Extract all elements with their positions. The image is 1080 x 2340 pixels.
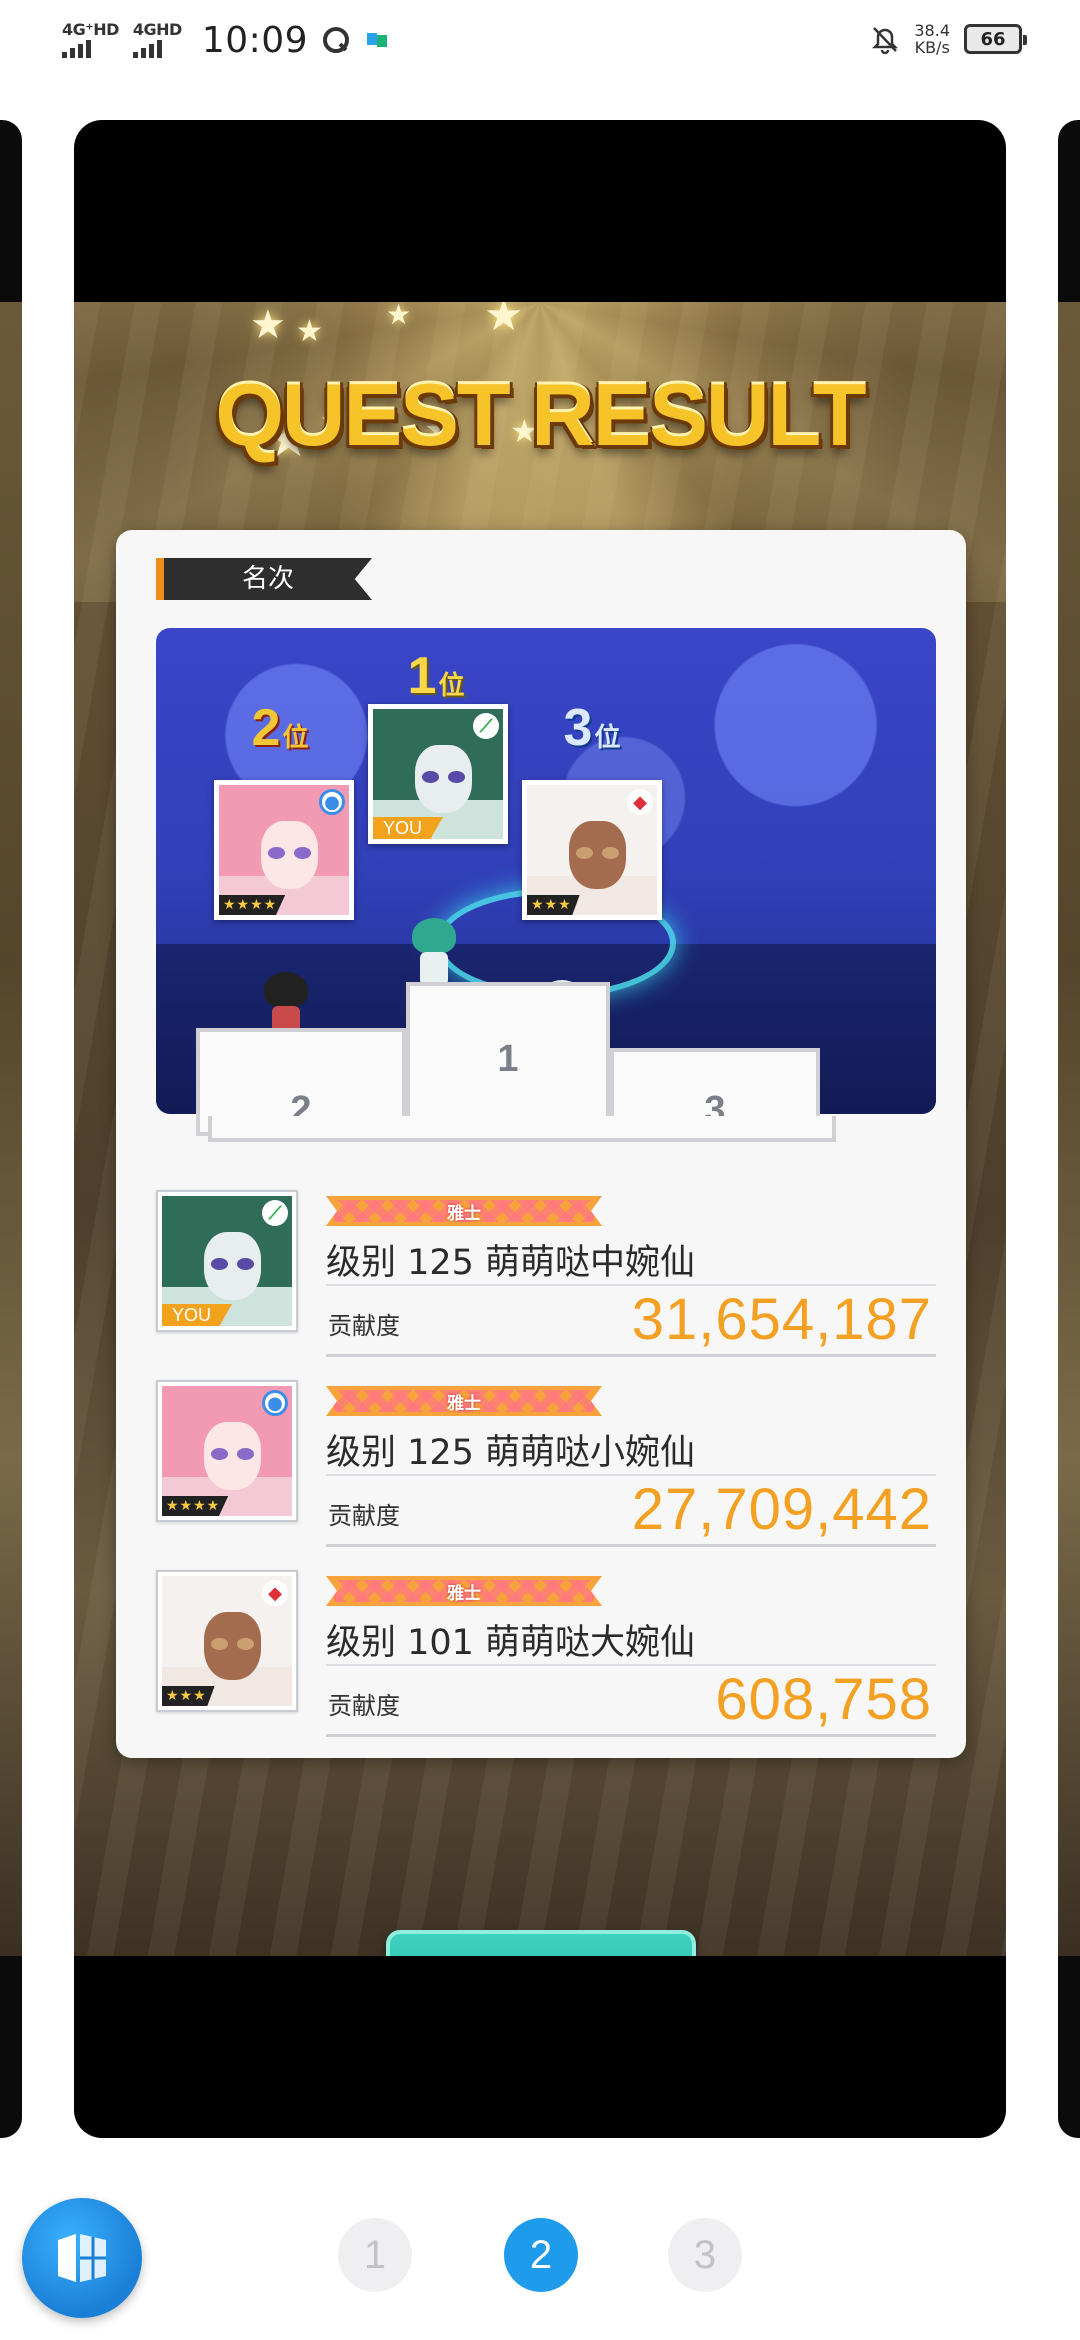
page-indicator-3[interactable]: 3 (668, 2218, 742, 2292)
net-speed-value: 38.4 (914, 21, 950, 40)
rank-1-suffix: 位 (438, 669, 465, 700)
player-title-badge: 雅士 (326, 1196, 602, 1226)
rank-3-number: 3 (563, 699, 593, 757)
recent-card-previous[interactable] (0, 120, 22, 2138)
player-title: 雅士 (447, 1203, 481, 1224)
page-indicator-2[interactable]: 2 (504, 2218, 578, 2292)
page-indicator-1[interactable]: 1 (338, 2218, 412, 2292)
rank-3-portrait: ◆ ★★★ (522, 780, 662, 920)
player-portrait: ● ★★★★ (162, 1386, 292, 1516)
battery-level: 66 (980, 28, 1006, 50)
section-tag: 名次 (156, 558, 372, 600)
rank-2-number: 2 (251, 699, 281, 757)
continue-button[interactable]: 继续 (386, 1930, 696, 1956)
player-name: 级别 125 萌萌哒小婉仙 (326, 1433, 696, 1473)
player-portrait: ◆ ★★★ (162, 1576, 292, 1706)
rank-3-banner: 3 位 (544, 698, 640, 758)
player-stars: ★★★ (162, 1686, 215, 1706)
fire-element-icon: ◆ (262, 1580, 288, 1606)
rank-1-banner: 1 位 (388, 646, 484, 706)
sim1-signal: 4G⁺HD (62, 22, 119, 58)
rank-2-suffix: 位 (282, 721, 309, 752)
you-badge: YOU (373, 817, 443, 839)
player-stars: ★★★★ (162, 1496, 229, 1516)
podium-base (208, 1116, 836, 1142)
recent-card-current[interactable]: ★ ★ ★ ★ ★ ★ ★ ★ QUEST RESULT 名次 2 位 1 位 … (74, 120, 1006, 2138)
clock: 10:09 (201, 19, 309, 61)
contribution-label: 贡献度 (328, 1502, 400, 1530)
status-bar: 4G⁺HD 4GHD 10:09 38.4 KB/s 66 (0, 0, 1080, 80)
game-screen: ★ ★ ★ ★ ★ ★ ★ ★ QUEST RESULT 名次 2 位 1 位 … (74, 302, 1006, 1956)
player-portrait: ⟋ YOU (162, 1196, 292, 1326)
sim2-label: 4GHD (132, 20, 182, 39)
rank-1-chibi (406, 918, 462, 990)
player-thumb: ◆ ★★★ (156, 1570, 298, 1712)
sparkle-star-icon: ★ (250, 302, 286, 348)
rank-3-stars: ★★★ (527, 895, 580, 915)
result-panel: 名次 2 位 1 位 3 位 ● ★★★★ ⟋ YOU ◆ ★★★ 2 1 3 … (116, 530, 966, 1758)
signal-bars-icon (62, 40, 91, 58)
player-name: 级别 125 萌萌哒中婉仙 (326, 1243, 696, 1283)
rank-1-portrait: ⟋ YOU (368, 704, 508, 844)
battery-icon: 66 (964, 24, 1027, 54)
contribution-label: 贡献度 (328, 1692, 400, 1720)
player-thumb: ⟋ YOU (156, 1190, 298, 1332)
rank-1-number: 1 (407, 647, 437, 705)
contribution-value: 31,654,187 (631, 1287, 932, 1352)
podium-step-1-label: 1 (497, 1037, 519, 1080)
sparkle-star-icon: ★ (296, 314, 323, 349)
wind-element-icon: ⟋ (473, 713, 499, 739)
ranking-row[interactable]: ● ★★★★ 雅士 级别 125 萌萌哒小婉仙 贡献度 27,709,442 (156, 1380, 936, 1547)
contribution-value: 608,758 (715, 1667, 932, 1732)
quest-result-title: QUEST RESULT (215, 365, 866, 464)
player-title: 雅士 (447, 1583, 481, 1604)
net-speed-unit: KB/s (914, 38, 950, 57)
podium-step-1: 1 (406, 982, 610, 1136)
water-element-icon: ● (319, 789, 345, 815)
contribution-value: 27,709,442 (631, 1477, 932, 1542)
recent-card-next[interactable] (1058, 120, 1080, 2138)
ranking-row[interactable]: ⟋ YOU 雅士 级别 125 萌萌哒中婉仙 贡献度 31,654,187 (156, 1190, 936, 1357)
multi-window-button[interactable] (22, 2198, 142, 2318)
status-right: 38.4 KB/s 66 (870, 22, 1027, 56)
fire-element-icon: ◆ (627, 789, 653, 815)
map-app-icon (367, 33, 388, 47)
you-badge: YOU (162, 1304, 232, 1326)
signal-bars-icon (132, 40, 162, 58)
rank-3-suffix: 位 (594, 721, 621, 752)
player-thumb: ● ★★★★ (156, 1380, 298, 1522)
ranking-row[interactable]: ◆ ★★★ 雅士 级别 101 萌萌哒大婉仙 贡献度 608,758 (156, 1570, 936, 1737)
network-speed: 38.4 KB/s (914, 22, 950, 56)
sparkle-star-icon: ★ (484, 302, 524, 341)
rank-2-portrait: ● ★★★★ (214, 780, 354, 920)
mute-bell-icon (872, 27, 899, 54)
player-title-badge: 雅士 (326, 1576, 602, 1606)
player-title: 雅士 (447, 1393, 481, 1414)
multi-window-icon (58, 2234, 106, 2282)
sim1-label: 4G⁺HD (62, 20, 119, 39)
wind-element-icon: ⟋ (262, 1200, 288, 1226)
rank-2-banner: 2 位 (232, 698, 328, 758)
rank-2-stars: ★★★★ (219, 895, 286, 915)
sparkle-star-icon: ★ (386, 302, 412, 331)
water-element-icon: ● (262, 1390, 288, 1416)
player-name: 级别 101 萌萌哒大婉仙 (326, 1623, 696, 1663)
sim2-signal: 4GHD (132, 20, 182, 58)
player-title-badge: 雅士 (326, 1386, 602, 1416)
browser-app-icon (323, 27, 350, 53)
contribution-label: 贡献度 (328, 1312, 400, 1340)
